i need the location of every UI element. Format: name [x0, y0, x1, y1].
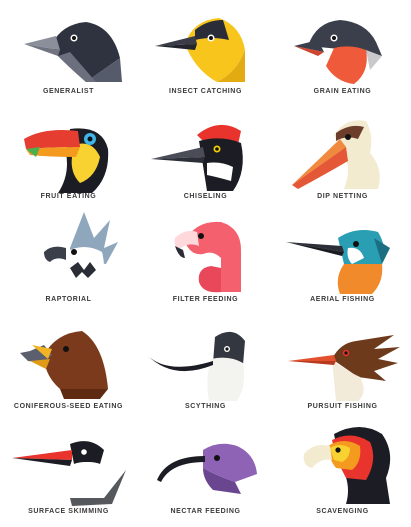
bird-label: PURSUIT FISHING [307, 403, 378, 410]
insect-catching-bird-icon [155, 18, 245, 82]
bird-cell-surface-skimming: SURFACE SKIMMING [0, 420, 137, 525]
coniferous-seed-eating-bird-icon [20, 331, 108, 399]
surface-skimming-bird-icon [12, 441, 126, 506]
bird-label: SCYTHING [185, 403, 226, 410]
bird-cell-filter-feeding: FILTER FEEDING [137, 208, 274, 313]
bird-cell-pursuit-fishing: PURSUIT FISHING [274, 315, 411, 420]
bird-cell-dip-netting: DIP NETTING [274, 105, 411, 210]
bird-cell-scything: SCYTHING [137, 315, 274, 420]
bird-label: CHISELING [183, 193, 228, 200]
bird-cell-raptorial: RAPTORIAL [0, 208, 137, 313]
bird-cell-fruit-eating: FRUIT EATING [0, 105, 137, 210]
bird-label: CONIFEROUS-SEED EATING [13, 403, 124, 410]
chiseling-bird-icon [151, 124, 243, 191]
bird-label: RAPTORIAL [45, 296, 92, 303]
bird-cell-grain-eating: GRAIN EATING [274, 0, 411, 105]
bird-beak-grid: GENERALIST INSECT CATCHING GRAIN EATING [0, 0, 411, 527]
bird-cell-coniferous-seed-eating: CONIFEROUS-SEED EATING [0, 315, 137, 420]
bird-label: GRAIN EATING [313, 88, 372, 95]
bird-cell-nectar-feeding: NECTAR FEEDING [137, 420, 274, 525]
bird-cell-aerial-fishing: AERIAL FISHING [274, 208, 411, 313]
nectar-feeding-bird-icon [157, 443, 257, 494]
raptorial-bird-icon [44, 212, 118, 292]
bird-label: INSECT CATCHING [168, 88, 243, 95]
filter-feeding-bird-icon [174, 221, 241, 293]
scything-bird-icon [147, 331, 245, 401]
scavenging-bird-icon [303, 427, 391, 504]
grain-eating-bird-icon [294, 20, 382, 84]
aerial-fishing-bird-icon [286, 230, 390, 294]
bird-label: SURFACE SKIMMING [28, 508, 109, 515]
dip-netting-bird-icon [292, 120, 380, 189]
bird-label: FILTER FEEDING [172, 296, 239, 303]
bird-label: DIP NETTING [317, 193, 368, 200]
generalist-bird-icon [24, 22, 122, 82]
bird-label: AERIAL FISHING [310, 296, 375, 303]
bird-label: FRUIT EATING [40, 193, 97, 200]
bird-cell-scavenging: SCAVENGING [274, 420, 411, 525]
bird-cell-chiseling: CHISELING [137, 105, 274, 210]
bird-label: SCAVENGING [316, 508, 369, 515]
pursuit-fishing-bird-icon [288, 335, 400, 401]
bird-cell-generalist: GENERALIST [0, 0, 137, 105]
bird-label: GENERALIST [42, 88, 95, 95]
bird-cell-insect-catching: INSECT CATCHING [137, 0, 274, 105]
fruit-eating-bird-icon [24, 128, 109, 193]
bird-label: NECTAR FEEDING [170, 508, 241, 515]
